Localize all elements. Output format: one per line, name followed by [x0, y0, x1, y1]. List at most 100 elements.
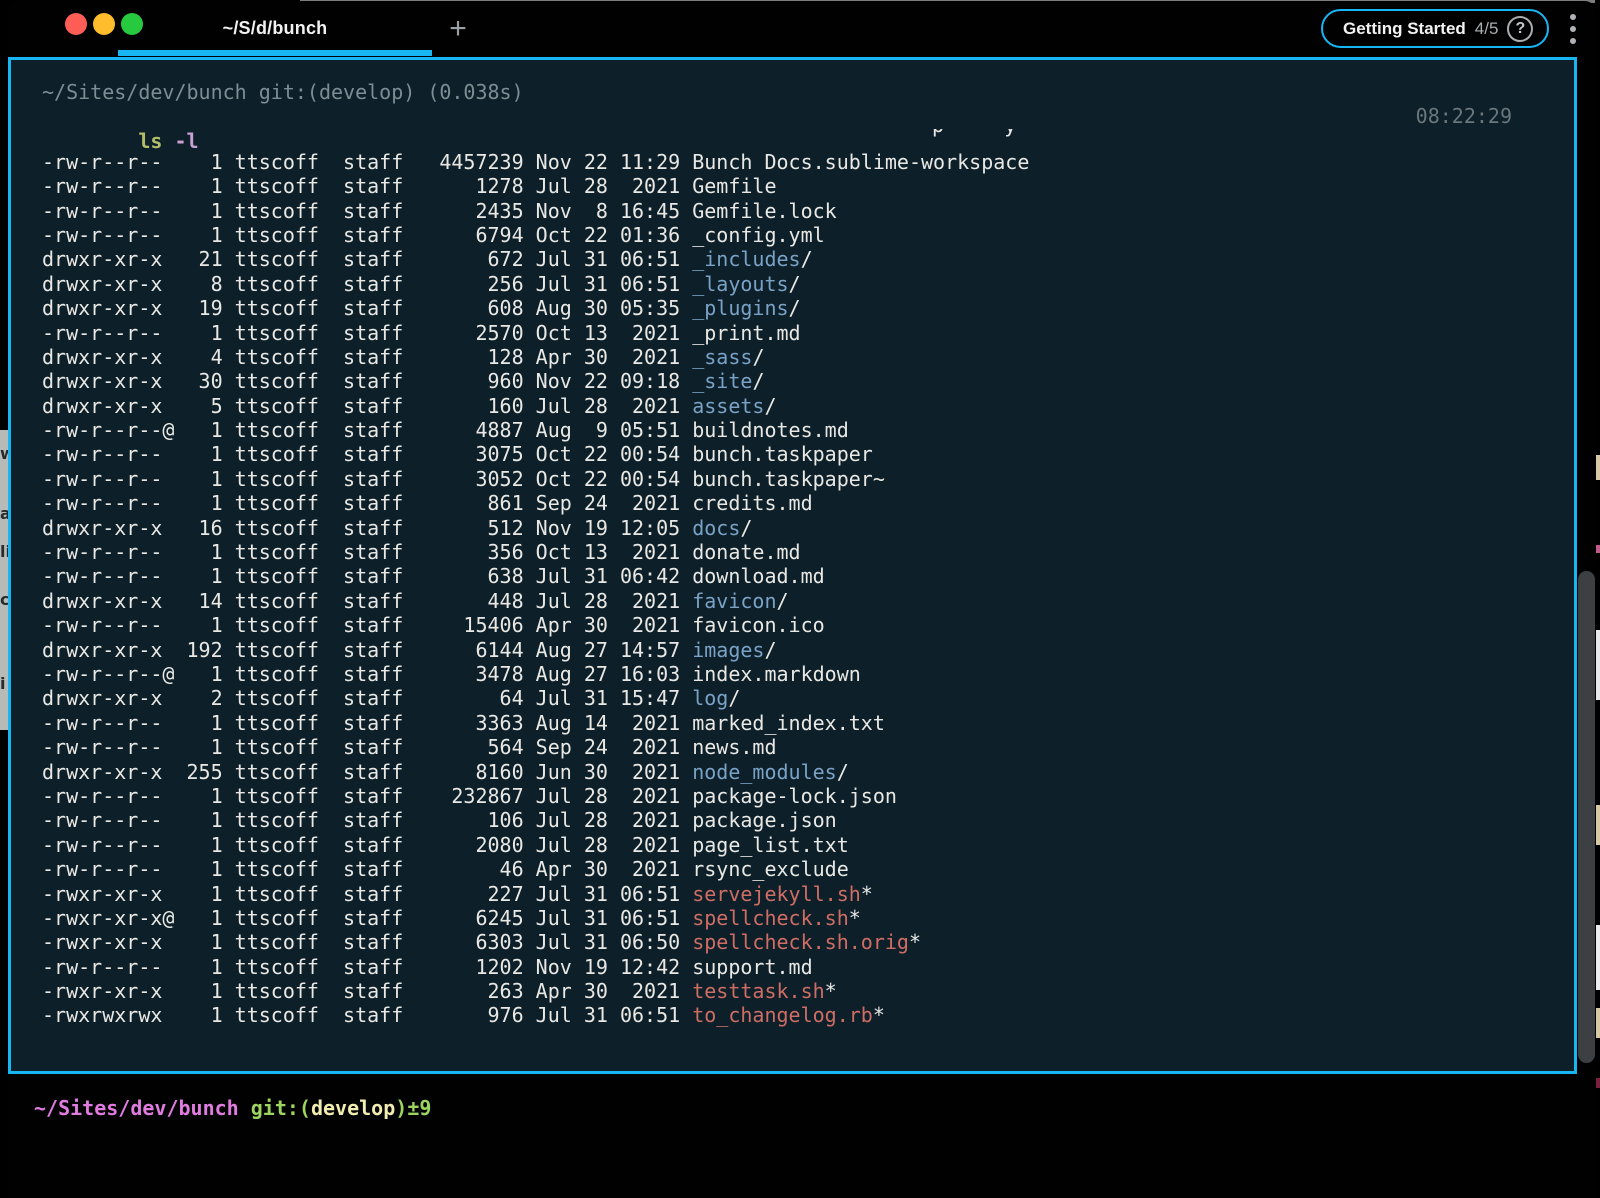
- file-metadata: -rw-r--r--@ 1 ttscoff staff 3478 Aug 27 …: [42, 662, 692, 686]
- help-icon[interactable]: ?: [1507, 16, 1533, 42]
- prompt-dirty-status: ±9: [407, 1096, 431, 1120]
- file-name: assets: [692, 394, 764, 418]
- prompt-area[interactable]: ~/Sites/dev/bunch git:(develop)±9: [8, 1074, 1595, 1198]
- file-name: _site: [692, 369, 752, 393]
- file-metadata: drwxr-xr-x 16 ttscoff staff 512 Nov 19 1…: [42, 516, 692, 540]
- listing-row: drwxr-xr-x 14 ttscoff staff 448 Jul 28 2…: [42, 589, 1574, 613]
- file-metadata: drwxr-xr-x 21 ttscoff staff 672 Jul 31 0…: [42, 247, 692, 271]
- file-metadata: drwxr-xr-x 19 ttscoff staff 608 Aug 30 0…: [42, 296, 692, 320]
- file-metadata: -rw-r--r-- 1 ttscoff staff 3052 Oct 22 0…: [42, 467, 692, 491]
- file-name: _sass: [692, 345, 752, 369]
- file-metadata: -rw-r--r-- 1 ttscoff staff 4457239 Nov 2…: [42, 150, 692, 174]
- file-name: _config.yml: [692, 223, 824, 247]
- file-name: images: [692, 638, 764, 662]
- file-name: testtask.sh: [692, 979, 824, 1003]
- getting-started-button[interactable]: Getting Started 4/5 ?: [1321, 9, 1549, 48]
- file-metadata: drwxr-xr-x 30 ttscoff staff 960 Nov 22 0…: [42, 369, 692, 393]
- file-metadata: -rwxr-xr-x 1 ttscoff staff 263 Apr 30 20…: [42, 979, 692, 1003]
- file-metadata: -rwxr-xr-x 1 ttscoff staff 6303 Jul 31 0…: [42, 930, 692, 954]
- file-metadata: drwxr-xr-x 2 ttscoff staff 64 Jul 31 15:…: [42, 686, 692, 710]
- file-name: rsync_exclude: [692, 857, 849, 881]
- prompt-path: ~/Sites/dev/bunch: [34, 1096, 239, 1120]
- file-metadata: -rw-r--r-- 1 ttscoff staff 356 Oct 13 20…: [42, 540, 692, 564]
- file-name: _layouts: [692, 272, 788, 296]
- tab-title: ~/S/d/bunch: [223, 18, 328, 39]
- overflow-menu-icon[interactable]: [1567, 14, 1579, 44]
- background-fragment: [1596, 455, 1600, 480]
- file-name: bunch.taskpaper~: [692, 467, 885, 491]
- file-type-indicator: *: [873, 1003, 885, 1027]
- new-tab-button[interactable]: +: [438, 9, 478, 49]
- file-name: Gemfile: [692, 174, 776, 198]
- file-name: favicon: [692, 589, 776, 613]
- file-metadata: -rw-r--r-- 1 ttscoff staff 1278 Jul 28 2…: [42, 174, 692, 198]
- listing-row: drwxr-xr-x 21 ttscoff staff 672 Jul 31 0…: [42, 247, 1574, 271]
- file-metadata: -rw-r--r-- 1 ttscoff staff 232867 Jul 28…: [42, 784, 692, 808]
- file-metadata: drwxr-xr-x 8 ttscoff staff 256 Jul 31 06…: [42, 272, 692, 296]
- scrollbar-thumb[interactable]: [1578, 571, 1595, 1063]
- file-metadata: -rw-r--r-- 1 ttscoff staff 861 Sep 24 20…: [42, 491, 692, 515]
- listing-row: -rw-r--r-- 1 ttscoff staff 1202 Nov 19 1…: [42, 955, 1574, 979]
- file-metadata: -rw-r--r-- 1 ttscoff staff 3075 Oct 22 0…: [42, 442, 692, 466]
- file-name: spellcheck.sh.orig: [692, 930, 909, 954]
- listing-row: -rw-r--r-- 1 ttscoff staff 356 Oct 13 20…: [42, 540, 1574, 564]
- file-name: servejekyll.sh: [692, 882, 861, 906]
- listing-row: drwxr-xr-x 8 ttscoff staff 256 Jul 31 06…: [42, 272, 1574, 296]
- listing-row: -rw-r--r-- 1 ttscoff staff 15406 Apr 30 …: [42, 613, 1574, 637]
- tab-active[interactable]: ~/S/d/bunch: [118, 1, 432, 56]
- file-type-indicator: /: [764, 638, 776, 662]
- listing-row: -rw-r--r-- 1 ttscoff staff 638 Jul 31 06…: [42, 564, 1574, 588]
- file-metadata: -rw-r--r-- 1 ttscoff staff 1202 Nov 19 1…: [42, 955, 692, 979]
- prompt-git-suffix: ): [395, 1096, 407, 1120]
- shell-prompt: ~/Sites/dev/bunch git:(develop)±9: [34, 1096, 431, 1120]
- file-type-indicator: *: [849, 906, 861, 930]
- file-name: package-lock.json: [692, 784, 897, 808]
- file-metadata: drwxr-xr-x 255 ttscoff staff 8160 Jun 30…: [42, 760, 692, 784]
- listing-row: -rw-r--r-- 1 ttscoff staff 6794 Oct 22 0…: [42, 223, 1574, 247]
- listing-row: -rw-r--r--@ 1 ttscoff staff 3478 Aug 27 …: [42, 662, 1574, 686]
- listing-row: drwxr-xr-x 4 ttscoff staff 128 Apr 30 20…: [42, 345, 1574, 369]
- listing-row: drwxr-xr-x 16 ttscoff staff 512 Nov 19 1…: [42, 516, 1574, 540]
- listing-row: -rwxr-xr-x 1 ttscoff staff 6303 Jul 31 0…: [42, 930, 1574, 954]
- background-fragment: [1596, 805, 1600, 845]
- file-metadata: -rwxrwxrwx 1 ttscoff staff 976 Jul 31 06…: [42, 1003, 692, 1027]
- listing-row: -rwxr-xr-x 1 ttscoff staff 227 Jul 31 06…: [42, 882, 1574, 906]
- file-name: page_list.txt: [692, 833, 849, 857]
- file-metadata: -rw-r--r-- 1 ttscoff staff 15406 Apr 30 …: [42, 613, 692, 637]
- terminal-pane[interactable]: ~/Sites/dev/bunch git:(develop) (0.038s)…: [8, 57, 1577, 1074]
- background-fragment: [1596, 545, 1600, 553]
- file-metadata: -rw-r--r-- 1 ttscoff staff 2570 Oct 13 2…: [42, 321, 692, 345]
- file-type-indicator: *: [861, 882, 873, 906]
- file-metadata: drwxr-xr-x 5 ttscoff staff 160 Jul 28 20…: [42, 394, 692, 418]
- listing-row: -rwxr-xr-x 1 ttscoff staff 263 Apr 30 20…: [42, 979, 1574, 1003]
- listing-row: drwxr-xr-x 5 ttscoff staff 160 Jul 28 20…: [42, 394, 1574, 418]
- file-name: Gemfile.lock: [692, 199, 837, 223]
- file-metadata: -rwxr-xr-x 1 ttscoff staff 227 Jul 31 06…: [42, 882, 692, 906]
- file-name: download.md: [692, 564, 824, 588]
- file-metadata: -rw-r--r-- 1 ttscoff staff 564 Sep 24 20…: [42, 735, 692, 759]
- active-tab-indicator: [118, 50, 432, 56]
- close-window-button[interactable]: [65, 13, 87, 35]
- file-name: spellcheck.sh: [692, 906, 849, 930]
- getting-started-label: Getting Started: [1343, 19, 1466, 39]
- listing-row: -rw-r--r-- 1 ttscoff staff 861 Sep 24 20…: [42, 491, 1574, 515]
- listing-row: -rw-r--r-- 1 ttscoff staff 106 Jul 28 20…: [42, 808, 1574, 832]
- file-metadata: drwxr-xr-x 192 ttscoff staff 6144 Aug 27…: [42, 638, 692, 662]
- listing-row: -rw-r--r-- 1 ttscoff staff 3363 Aug 14 2…: [42, 711, 1574, 735]
- file-listing: -rw-r--r-- 1 ttscoff staff 4457239 Nov 2…: [42, 150, 1574, 1028]
- clipped-scrollback-line: p y: [42, 129, 1574, 150]
- background-fragment: [1596, 630, 1600, 700]
- prompt-git-branch: develop: [311, 1096, 395, 1120]
- file-type-indicator: /: [789, 296, 801, 320]
- listing-row: drwxr-xr-x 30 ttscoff staff 960 Nov 22 0…: [42, 369, 1574, 393]
- file-name: credits.md: [692, 491, 812, 515]
- minimize-window-button[interactable]: [93, 13, 115, 35]
- file-name: package.json: [692, 808, 837, 832]
- file-metadata: -rw-r--r-- 1 ttscoff staff 3363 Aug 14 2…: [42, 711, 692, 735]
- file-name: favicon.ico: [692, 613, 824, 637]
- command-line: ls -l 08:22:29: [42, 104, 1574, 128]
- command-timestamp: 08:22:29: [1416, 104, 1512, 128]
- file-metadata: -rw-r--r-- 1 ttscoff staff 2435 Nov 8 16…: [42, 199, 692, 223]
- listing-row: -rw-r--r-- 1 ttscoff staff 46 Apr 30 202…: [42, 857, 1574, 881]
- file-name: news.md: [692, 735, 776, 759]
